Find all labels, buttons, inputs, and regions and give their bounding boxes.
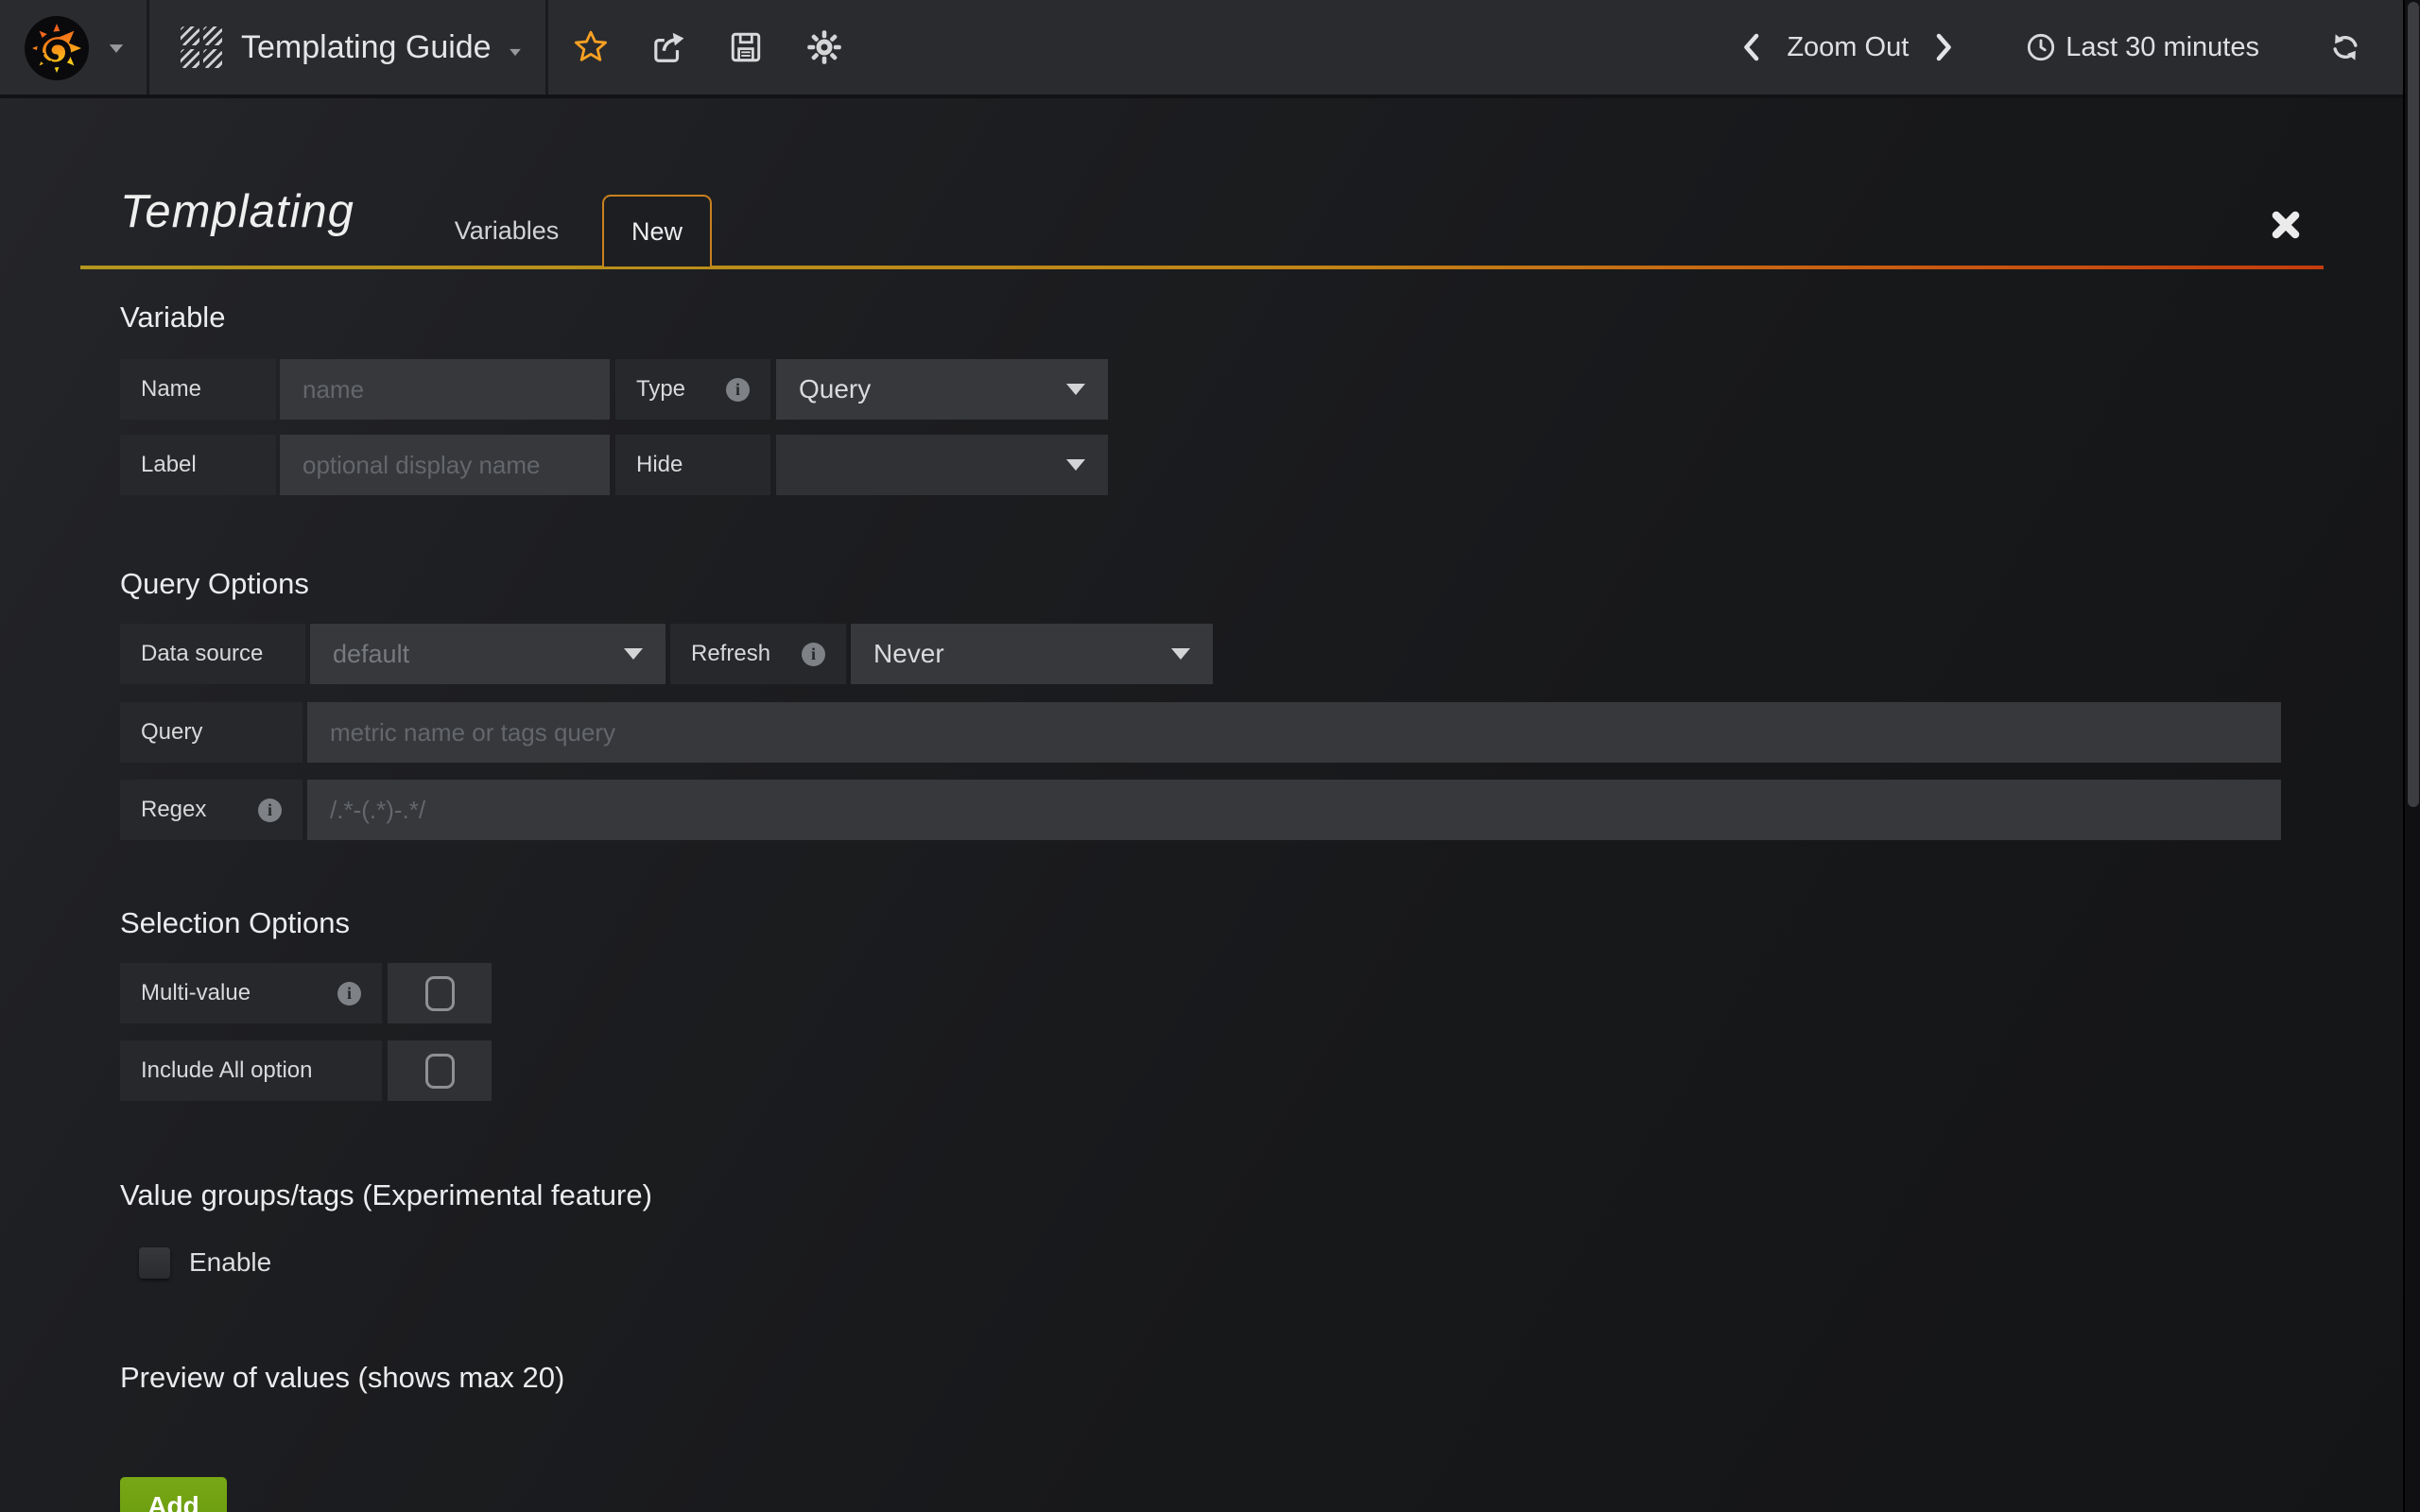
regex-label: Regex i: [120, 780, 302, 840]
tab-variables-label: Variables: [455, 216, 560, 246]
settings-button[interactable]: [805, 28, 843, 66]
close-icon: [2269, 208, 2303, 242]
chevron-right-icon: [1933, 30, 1956, 64]
multi-value-checkbox[interactable]: [388, 963, 492, 1023]
time-controls: Zoom Out Last 30 minutes: [1739, 0, 2361, 94]
checkbox-unchecked-icon: [425, 976, 455, 1011]
regex-input[interactable]: [307, 780, 2281, 840]
scrollbar-thumb[interactable]: [2408, 2, 2419, 807]
page-title: Templating: [120, 185, 354, 238]
share-button[interactable]: [650, 29, 686, 65]
include-all-label: Include All option: [120, 1040, 382, 1101]
share-icon: [650, 29, 686, 65]
data-source-label: Data source: [120, 624, 305, 684]
checkbox-unchecked-icon: [425, 1054, 455, 1089]
grafana-main-menu-button[interactable]: [0, 0, 149, 94]
star-button[interactable]: [573, 29, 609, 65]
query-field-wrap: [307, 702, 2281, 763]
info-icon[interactable]: i: [337, 982, 361, 1005]
refresh-select[interactable]: Never: [851, 624, 1213, 684]
info-icon[interactable]: i: [802, 643, 825, 666]
time-shift-forward-button[interactable]: [1933, 30, 1956, 64]
dashboard-picker[interactable]: Templating Guide: [152, 0, 548, 94]
info-icon[interactable]: i: [258, 799, 282, 822]
tab-variables[interactable]: Variables: [437, 195, 577, 266]
dashboard-grid-icon: [181, 26, 222, 68]
variable-section-heading: Variable: [120, 301, 225, 335]
hide-select[interactable]: [776, 435, 1108, 495]
selection-options-heading: Selection Options: [120, 906, 350, 940]
add-button[interactable]: Add: [120, 1477, 227, 1512]
time-range-label: Last 30 minutes: [2066, 32, 2259, 63]
time-range-picker[interactable]: Last 30 minutes: [2026, 32, 2259, 63]
refresh-label: Refresh i: [670, 624, 846, 684]
label-field-wrap: [280, 435, 610, 495]
type-select-value: Query: [799, 374, 871, 404]
name-input[interactable]: [280, 359, 610, 420]
grafana-templating-page: Templating Guide: [0, 0, 2420, 1512]
data-source-select[interactable]: default: [310, 624, 666, 684]
label-input[interactable]: [280, 435, 610, 495]
chevron-down-icon: [1171, 648, 1190, 660]
chevron-down-icon: [624, 648, 643, 660]
scrollbar-track[interactable]: [2403, 0, 2420, 1512]
close-button[interactable]: [2269, 208, 2303, 242]
time-shift-back-button[interactable]: [1739, 30, 1762, 64]
hide-label: Hide: [615, 435, 770, 495]
tab-new[interactable]: New: [602, 195, 712, 266]
info-icon[interactable]: i: [726, 378, 750, 402]
type-select[interactable]: Query: [776, 359, 1108, 420]
top-navbar: Templating Guide: [0, 0, 2420, 98]
enable-checkbox[interactable]: [139, 1247, 170, 1279]
tabs-underline: [80, 266, 2324, 269]
dashboard-title: Templating Guide: [241, 29, 492, 66]
chevron-down-icon: [1066, 384, 1085, 395]
grafana-logo-icon: [23, 14, 91, 82]
query-input[interactable]: [307, 702, 2281, 763]
gear-icon: [805, 28, 843, 66]
enable-label: Enable: [189, 1247, 271, 1278]
tab-new-label: New: [631, 217, 683, 247]
refresh-icon: [2329, 31, 2361, 63]
chevron-down-icon: [110, 44, 123, 53]
save-icon: [728, 29, 764, 65]
label-label: Label: [120, 435, 276, 495]
chevron-down-icon: [510, 48, 521, 55]
query-options-heading: Query Options: [120, 567, 309, 601]
save-button[interactable]: [728, 29, 764, 65]
clock-icon: [2026, 32, 2056, 62]
multi-value-label: Multi-value i: [120, 963, 382, 1023]
chevron-down-icon: [1066, 459, 1085, 471]
zoom-out-button[interactable]: Zoom Out: [1787, 32, 1909, 63]
query-label: Query: [120, 702, 302, 763]
refresh-select-value: Never: [873, 639, 944, 669]
dashboard-actions: [548, 0, 843, 94]
type-label: Type i: [615, 359, 770, 420]
value-groups-heading: Value groups/tags (Experimental feature): [120, 1178, 652, 1212]
chevron-left-icon: [1739, 30, 1762, 64]
star-icon: [573, 29, 609, 65]
data-source-value: default: [333, 640, 409, 669]
include-all-checkbox[interactable]: [388, 1040, 492, 1101]
preview-heading: Preview of values (shows max 20): [120, 1361, 564, 1395]
name-field-wrap: [280, 359, 610, 420]
refresh-button[interactable]: [2329, 31, 2361, 63]
regex-field-wrap: [307, 780, 2281, 840]
name-label: Name: [120, 359, 276, 420]
add-button-label: Add: [147, 1491, 199, 1512]
